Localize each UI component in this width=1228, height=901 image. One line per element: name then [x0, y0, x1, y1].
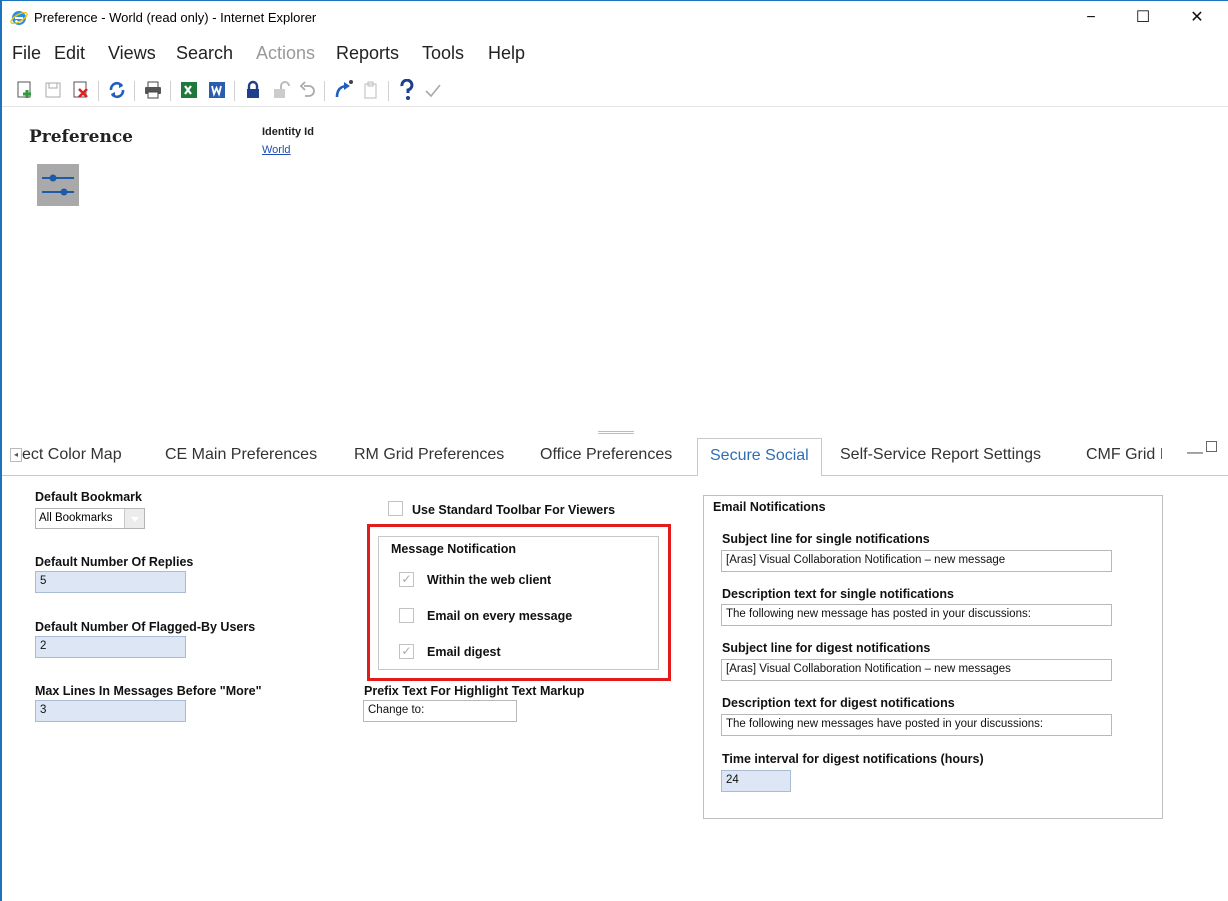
desc-single-field[interactable]: The following new message has posted in … — [721, 604, 1112, 626]
default-bookmark-label: Default Bookmark — [35, 490, 142, 504]
menu-views[interactable]: Views — [108, 43, 156, 64]
email-notifications-label: Email Notifications — [713, 500, 826, 514]
relationship-tabs: ◂ ect Color Map CE Main Preferences RM G… — [2, 438, 1228, 476]
chevron-down-icon — [124, 509, 144, 528]
default-flagged-label: Default Number Of Flagged-By Users — [35, 620, 256, 634]
tab-secure-social[interactable]: Secure Social — [697, 438, 822, 476]
maximize-button[interactable]: ☐ — [1120, 4, 1166, 32]
tab-strip: ect Color Map CE Main Preferences RM Gri… — [22, 438, 1162, 476]
menu-file[interactable]: File — [12, 43, 41, 64]
refresh-icon[interactable] — [106, 79, 128, 101]
interval-field[interactable]: 24 — [721, 770, 791, 792]
default-replies-label: Default Number Of Replies — [35, 555, 194, 569]
promote-icon[interactable] — [332, 79, 354, 101]
copy-icon[interactable] — [360, 79, 382, 101]
lock-icon[interactable] — [242, 79, 264, 101]
pane-minimize-button[interactable]: — — [1187, 444, 1203, 462]
tab-ce-main-preferences[interactable]: CE Main Preferences — [165, 446, 317, 464]
close-button[interactable]: ✕ — [1174, 4, 1220, 32]
subject-single-field[interactable]: [Aras] Visual Collaboration Notification… — [721, 550, 1112, 572]
menu-actions[interactable]: Actions — [256, 43, 315, 64]
delete-icon[interactable] — [70, 79, 92, 101]
max-lines-label: Max Lines In Messages Before "More" — [35, 684, 262, 698]
use-standard-toolbar-label: Use Standard Toolbar For Viewers — [412, 503, 616, 517]
new-item-icon[interactable] — [14, 79, 36, 101]
default-bookmark-value: All Bookmarks — [39, 512, 113, 524]
subject-digest-label: Subject line for digest notifications — [722, 641, 931, 655]
highlight-annotation-box — [367, 524, 671, 681]
print-icon[interactable] — [142, 79, 164, 101]
window-title: Preference - World (read only) - Interne… — [34, 10, 317, 25]
max-lines-field[interactable]: 3 — [35, 700, 186, 722]
internet-explorer-icon — [10, 11, 28, 25]
interval-label: Time interval for digest notifications (… — [722, 752, 984, 766]
prefix-text-label: Prefix Text For Highlight Text Markup — [364, 684, 585, 698]
tab-scroll-left-icon[interactable]: ◂ — [10, 448, 22, 462]
tab-office-preferences[interactable]: Office Preferences — [540, 446, 672, 464]
desc-digest-field[interactable]: The following new messages have posted i… — [721, 714, 1112, 736]
checkmark-icon[interactable] — [422, 79, 444, 101]
prefix-text-field[interactable]: Change to: — [363, 700, 517, 722]
save-icon[interactable] — [42, 79, 64, 101]
desc-digest-label: Description text for digest notification… — [722, 696, 955, 710]
tab-self-service-report-settings[interactable]: Self-Service Report Settings — [840, 446, 1041, 464]
tab-rm-grid-preferences[interactable]: RM Grid Preferences — [354, 446, 504, 464]
menu-search[interactable]: Search — [176, 43, 233, 64]
subject-digest-field[interactable]: [Aras] Visual Collaboration Notification… — [721, 659, 1112, 681]
help-question-icon[interactable] — [396, 79, 418, 101]
minimize-button[interactable]: − — [1068, 4, 1114, 32]
subject-single-label: Subject line for single notifications — [722, 532, 930, 546]
pane-splitter[interactable] — [598, 431, 634, 434]
page-title: Preference — [29, 127, 133, 147]
use-standard-toolbar-checkbox[interactable] — [388, 501, 403, 516]
identity-id-label: Identity Id — [262, 126, 314, 138]
menu-reports[interactable]: Reports — [336, 43, 399, 64]
pane-maximize-button[interactable] — [1206, 441, 1217, 452]
unlock-icon[interactable] — [270, 79, 292, 101]
identity-link[interactable]: World — [262, 144, 291, 156]
default-flagged-field[interactable]: 2 — [35, 636, 186, 658]
default-replies-field[interactable]: 5 — [35, 571, 186, 593]
default-bookmark-select[interactable]: All Bookmarks — [35, 508, 145, 529]
title-bar: Preference - World (read only) - Interne… — [2, 1, 1228, 35]
browser-window: Preference - World (read only) - Interne… — [0, 0, 1228, 901]
menu-tools[interactable]: Tools — [422, 43, 464, 64]
menu-help[interactable]: Help — [488, 43, 525, 64]
tab-object-color-map[interactable]: ect Color Map — [22, 446, 122, 464]
menu-edit[interactable]: Edit — [54, 43, 85, 64]
toolbar — [2, 75, 1228, 107]
undo-icon[interactable] — [296, 79, 318, 101]
desc-single-label: Description text for single notification… — [722, 587, 954, 601]
word-icon[interactable] — [206, 79, 228, 101]
tab-cmf-grid[interactable]: CMF Grid I — [1086, 446, 1162, 464]
excel-icon[interactable] — [178, 79, 200, 101]
preference-sliders-icon — [37, 164, 79, 206]
